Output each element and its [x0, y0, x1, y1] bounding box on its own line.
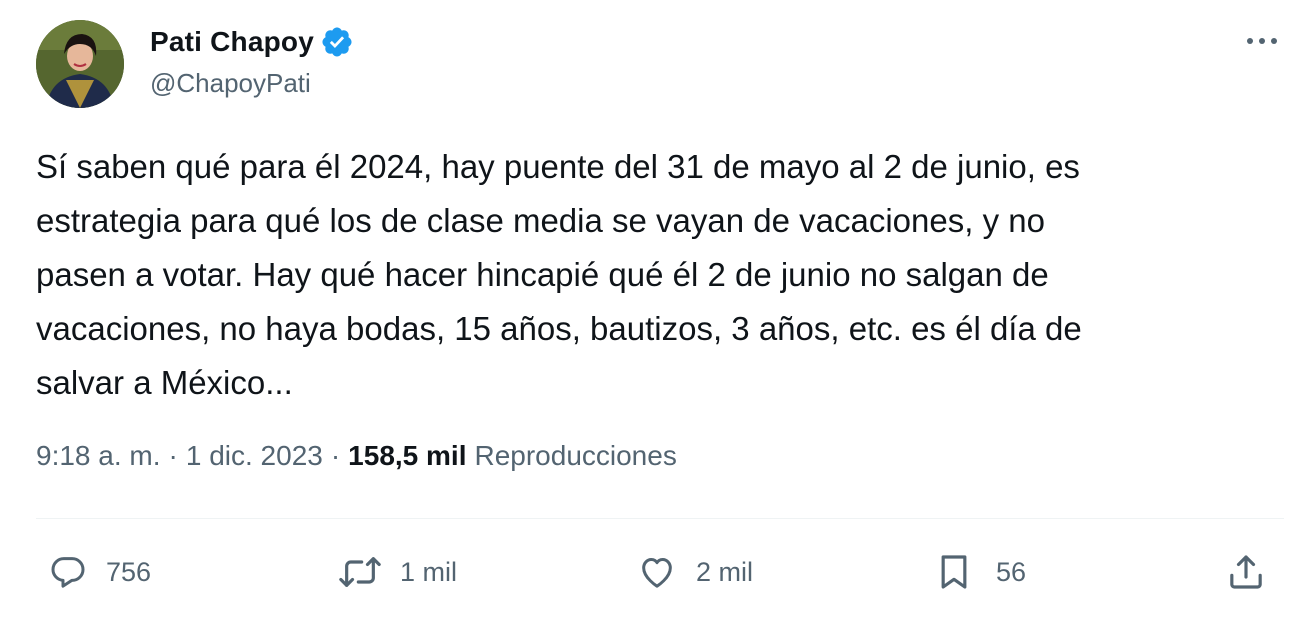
tweet-header: Pati Chapoy @ChapoyPati	[36, 20, 1286, 110]
meta-separator: ·	[330, 440, 341, 471]
more-options-icon[interactable]	[1242, 26, 1282, 56]
display-name-row: Pati Chapoy	[150, 22, 354, 62]
verified-badge-icon[interactable]	[320, 25, 354, 59]
action-bar: 756 1 mil 2 mil 56	[36, 540, 1276, 604]
bookmark-icon	[934, 551, 974, 593]
author-block: Pati Chapoy @ChapoyPati	[150, 22, 354, 99]
divider	[36, 518, 1284, 519]
like-button[interactable]: 2 mil	[636, 540, 753, 604]
bookmark-count: 56	[996, 556, 1027, 587]
reply-count: 756	[106, 556, 152, 587]
handle[interactable]: @ChapoyPati	[150, 68, 354, 99]
share-button[interactable]	[1226, 540, 1266, 604]
display-name[interactable]: Pati Chapoy	[150, 26, 314, 58]
meta-separator: ·	[168, 440, 178, 471]
views-count: 158,5 mil	[348, 440, 467, 471]
avatar[interactable]	[36, 20, 124, 108]
share-icon	[1226, 552, 1266, 592]
tweet-text: Sí saben qué para él 2024, hay puente de…	[36, 148, 1082, 401]
reply-icon	[48, 552, 88, 592]
retweet-button[interactable]: 1 mil	[338, 540, 457, 604]
views-label: Reproducciones	[474, 440, 677, 471]
bookmark-button[interactable]: 56	[934, 540, 1026, 604]
tweet-meta: 9:18 a. m. · 1 dic. 2023 · 158,5 mil Rep…	[36, 440, 677, 472]
tweet-time[interactable]: 9:18 a. m.	[36, 440, 161, 472]
retweet-icon	[338, 552, 382, 592]
reply-button[interactable]: 756	[48, 540, 151, 604]
tweet-date[interactable]: 1 dic. 2023	[186, 440, 323, 472]
retweet-count: 1 mil	[400, 556, 458, 587]
heart-icon	[636, 552, 678, 592]
like-count: 2 mil	[696, 556, 754, 587]
